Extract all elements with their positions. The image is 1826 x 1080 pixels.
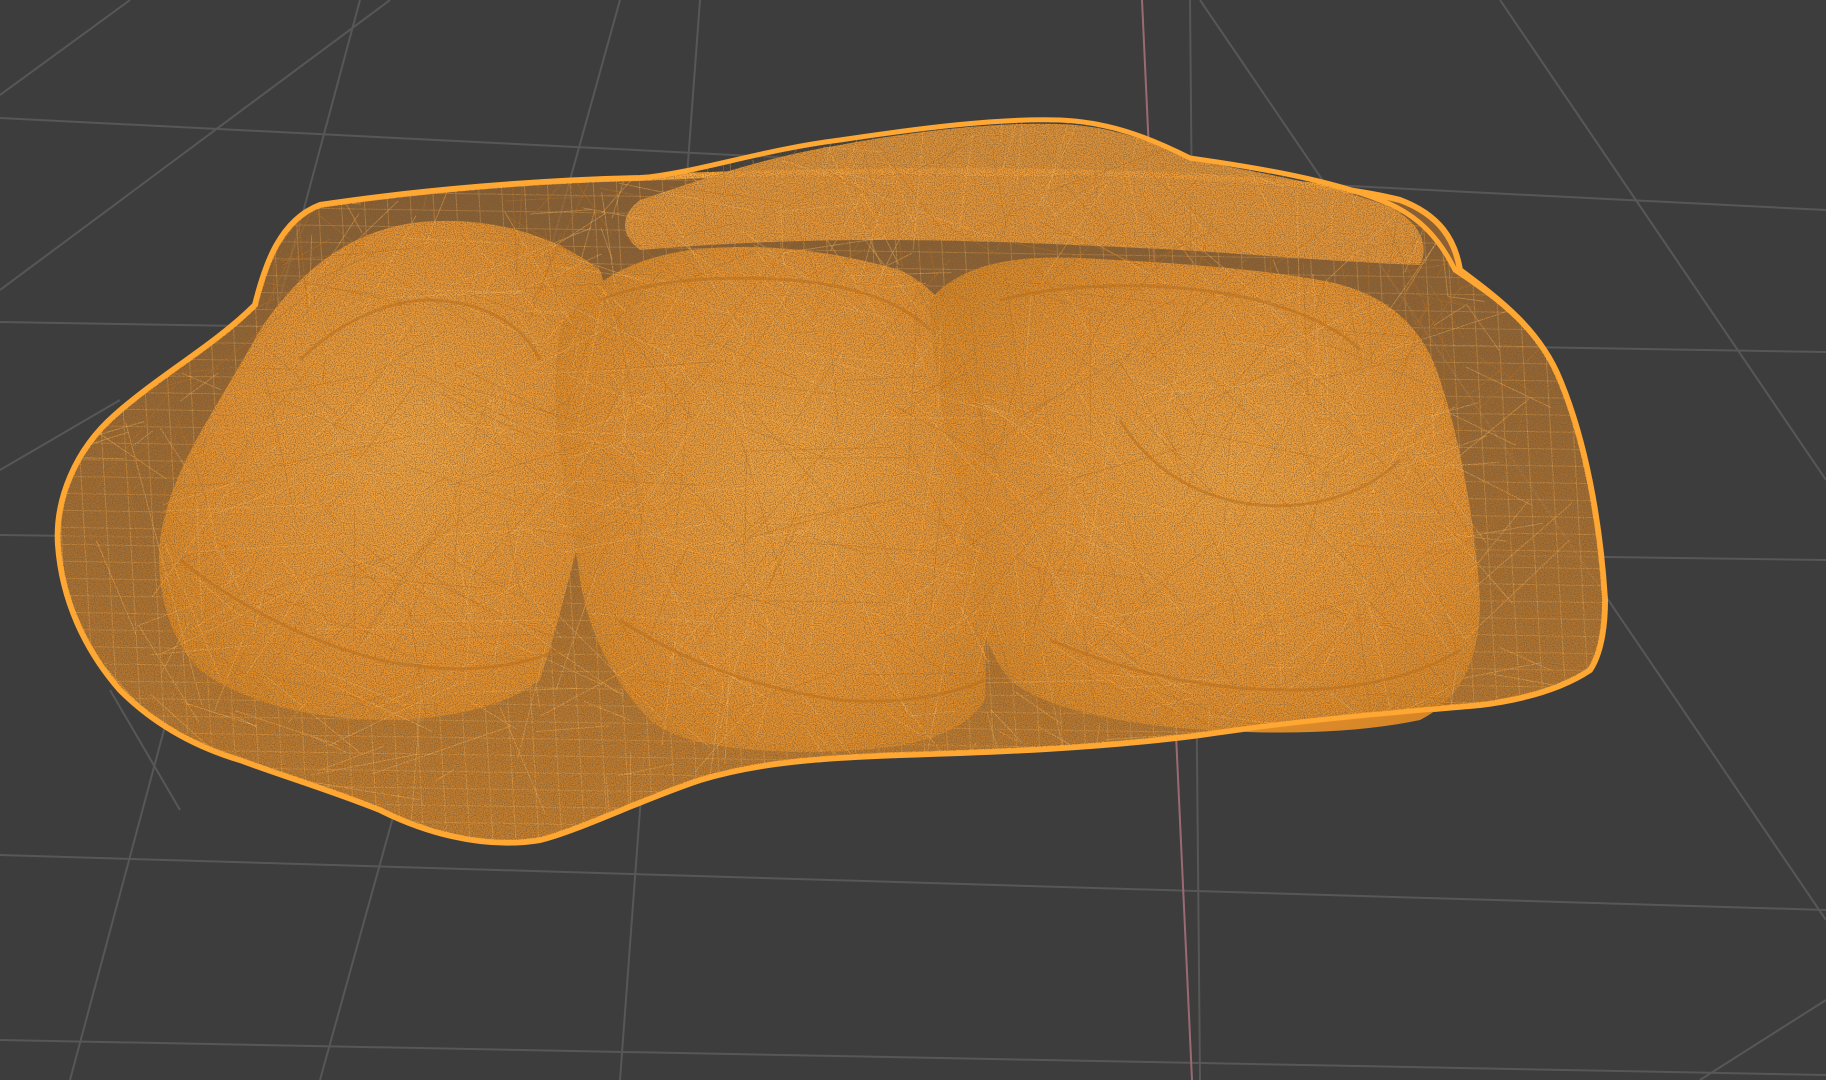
wire-edge xyxy=(1473,141,1538,177)
grid-line xyxy=(0,1039,1826,1076)
wire-edge xyxy=(1244,768,1308,843)
wire-edge xyxy=(426,154,551,157)
wire-edge xyxy=(1456,149,1578,197)
wire-edge xyxy=(158,178,190,301)
wire-edge xyxy=(1276,119,1283,158)
grid-line xyxy=(0,0,131,96)
wire-edge xyxy=(1445,745,1535,772)
wire-edge xyxy=(648,119,654,151)
wire-edge xyxy=(101,730,192,843)
3d-viewport[interactable] xyxy=(0,0,1826,1080)
wire-edge xyxy=(66,225,142,309)
wire-edge xyxy=(57,832,1605,843)
wire-edge xyxy=(1363,744,1429,782)
grid-line xyxy=(0,854,1826,911)
wire-edge xyxy=(358,144,439,150)
wire-edge xyxy=(1152,764,1227,843)
wire-edge xyxy=(1361,119,1414,168)
wire-edge xyxy=(172,230,175,263)
wire-edge xyxy=(145,223,239,286)
wire-edge xyxy=(263,122,283,172)
wire-edge xyxy=(1229,119,1247,146)
wire-edge xyxy=(122,742,141,762)
wire-edge xyxy=(383,139,502,183)
wire-edge xyxy=(57,781,1605,808)
wire-edge xyxy=(1392,119,1413,170)
viewport-canvas[interactable] xyxy=(0,0,1826,1080)
wire-edge xyxy=(186,208,224,270)
wire-edge xyxy=(171,133,182,213)
wire-edge xyxy=(1217,773,1295,843)
wire-edge xyxy=(1181,741,1248,755)
wire-edge xyxy=(1447,119,1527,194)
wire-edge xyxy=(1411,119,1519,146)
wire-edge xyxy=(1603,159,1605,843)
grid-line xyxy=(1699,999,1826,1080)
wire-edge xyxy=(1413,119,1461,141)
wire-edge xyxy=(1458,234,1605,290)
wire-edge xyxy=(57,815,1605,842)
wire-edge xyxy=(242,776,284,805)
wire-edge xyxy=(166,143,178,236)
wire-edge xyxy=(1406,750,1412,775)
vertex-noise xyxy=(57,119,1605,843)
wire-edge xyxy=(1389,743,1478,756)
wire-edge xyxy=(481,158,530,171)
wire-edge xyxy=(293,142,404,184)
wire-edge xyxy=(182,193,263,286)
wire-edge xyxy=(472,119,477,185)
wire-edge xyxy=(94,229,209,240)
wire-edge xyxy=(57,129,164,141)
wire-edge xyxy=(1397,119,1402,186)
wire-edge xyxy=(664,119,673,144)
wire-edge xyxy=(944,768,967,782)
wire-edge xyxy=(146,154,287,207)
selected-mesh[interactable] xyxy=(0,0,1826,1080)
wire-edge xyxy=(1470,187,1510,253)
wire-edge xyxy=(215,763,246,785)
wire-edge xyxy=(161,290,175,327)
wire-edge xyxy=(220,766,257,819)
wire-edge xyxy=(1467,709,1470,739)
wire-edge xyxy=(1477,120,1507,239)
wire-edge xyxy=(951,754,1052,843)
wire-edge xyxy=(580,151,698,173)
wire-edge xyxy=(502,147,511,171)
wire-edge xyxy=(213,119,222,236)
wire-edge xyxy=(174,149,212,181)
wire-edge xyxy=(450,126,461,149)
wire-edge xyxy=(1476,177,1530,250)
wire-edge xyxy=(57,798,1605,825)
wire-edge xyxy=(1011,769,1125,815)
wire-edge xyxy=(1627,160,1667,860)
